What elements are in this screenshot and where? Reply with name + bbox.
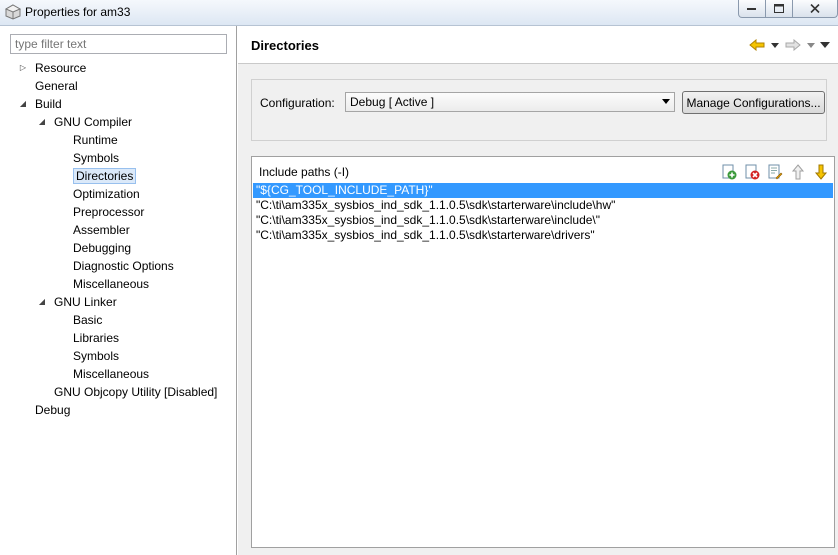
add-icon xyxy=(722,164,736,179)
tree-item-optimization[interactable]: Optimization xyxy=(60,185,140,203)
tree-item-label: General xyxy=(35,79,78,93)
configuration-label: Configuration: xyxy=(260,96,335,110)
tree-item-label: Resource xyxy=(35,61,87,75)
list-item[interactable]: "C:\ti\am335x_sysbios_ind_sdk_1.1.0.5\sd… xyxy=(253,228,833,243)
app-icon xyxy=(4,4,22,20)
tree-item-basic[interactable]: Basic xyxy=(60,311,102,329)
chevron-down-icon xyxy=(807,42,815,48)
tree-collapsed-icon[interactable]: ▷ xyxy=(18,59,28,77)
tree-item-gnu-objcopy-utility-disabled[interactable]: GNU Objcopy Utility [Disabled] xyxy=(41,383,217,401)
move-down-button[interactable] xyxy=(811,163,830,180)
tree-item-label: Assembler xyxy=(73,223,130,237)
page-header: Directories xyxy=(238,26,838,64)
tree-item-label: Basic xyxy=(73,313,103,327)
move-up-button[interactable] xyxy=(788,163,807,180)
forward-dropdown[interactable] xyxy=(806,37,816,53)
delete-icon xyxy=(745,164,759,179)
history-nav xyxy=(746,37,832,53)
back-button[interactable] xyxy=(746,37,768,53)
arrow-down-icon xyxy=(814,164,827,180)
chevron-down-icon xyxy=(771,42,779,48)
tree-item-label: Debugging xyxy=(73,241,132,255)
forward-arrow-icon xyxy=(785,39,801,51)
back-dropdown[interactable] xyxy=(770,37,780,53)
tree-item-label: Symbols xyxy=(73,151,120,165)
maximize-icon xyxy=(774,4,784,13)
arrow-up-icon xyxy=(791,163,804,179)
list-item[interactable]: "C:\ti\am335x_sysbios_ind_sdk_1.1.0.5\sd… xyxy=(253,213,833,228)
configuration-value: Debug [ Active ] xyxy=(350,95,435,109)
close-button[interactable] xyxy=(792,0,838,18)
tree-item-label: Debug xyxy=(35,403,71,417)
close-icon xyxy=(810,4,820,13)
include-paths-header: Include paths (-I) xyxy=(252,157,834,183)
tree-item-debugging[interactable]: Debugging xyxy=(60,239,131,257)
minimize-icon xyxy=(747,7,756,10)
tree-item-diagnostic-options[interactable]: Diagnostic Options xyxy=(60,257,174,275)
tree-item-label: Directories xyxy=(73,168,137,184)
forward-button[interactable] xyxy=(782,37,804,53)
tree-item-resource[interactable]: ▷ Resource xyxy=(20,59,87,77)
tree-item-gnu-linker[interactable]: ◢ GNU Linker xyxy=(39,293,117,311)
maximize-button[interactable] xyxy=(765,0,793,18)
list-item[interactable]: "${CG_TOOL_INCLUDE_PATH}" xyxy=(253,183,833,198)
tree-item-runtime[interactable]: Runtime xyxy=(60,131,118,149)
configuration-group: Configuration: Debug [ Active ] Manage C… xyxy=(251,79,827,141)
tree-item-miscellaneous[interactable]: Miscellaneous xyxy=(60,275,149,293)
tree-item-label: Runtime xyxy=(73,133,118,147)
tree-item-label: GNU Compiler xyxy=(54,115,133,129)
tree-item-gnu-compiler[interactable]: ◢ GNU Compiler xyxy=(39,113,133,131)
tree-item-symbols[interactable]: Symbols xyxy=(60,347,119,365)
chevron-down-icon xyxy=(662,96,670,106)
tree-expanded-icon[interactable]: ◢ xyxy=(37,113,47,131)
title-bar: Properties for am33 xyxy=(0,0,838,26)
minimize-button[interactable] xyxy=(738,0,766,18)
tree-item-build[interactable]: ◢ Build xyxy=(20,95,62,113)
tree-item-label: Libraries xyxy=(73,331,120,345)
tree-item-general[interactable]: General xyxy=(22,77,78,95)
tree-item-preprocessor[interactable]: Preprocessor xyxy=(60,203,144,221)
tree-item-label: Build xyxy=(35,97,62,111)
tree-item-label: Diagnostic Options xyxy=(73,259,174,273)
view-menu-icon xyxy=(820,42,830,48)
tree-item-label: Symbols xyxy=(73,349,120,363)
tree-item-label: GNU Linker xyxy=(54,295,117,309)
navigation-pane: ▷ Resource General ◢ Build ◢ GNU Compiler Runti… xyxy=(0,26,237,555)
tree-item-label: Miscellaneous xyxy=(73,367,150,381)
tree-item-debug[interactable]: Debug xyxy=(22,401,70,419)
tree-item-libraries[interactable]: Libraries xyxy=(60,329,119,347)
tree-expanded-icon[interactable]: ◢ xyxy=(37,293,47,311)
manage-configurations-button[interactable]: Manage Configurations... xyxy=(682,91,825,114)
configuration-select[interactable]: Debug [ Active ] xyxy=(345,92,675,112)
view-menu-button[interactable] xyxy=(818,37,832,53)
tree-item-label: GNU Objcopy Utility [Disabled] xyxy=(54,385,218,399)
include-paths-title: Include paths (-I) xyxy=(259,165,350,179)
tree-item-label: Optimization xyxy=(73,187,140,201)
back-arrow-icon xyxy=(749,39,765,51)
list-item[interactable]: "C:\ti\am335x_sysbios_ind_sdk_1.1.0.5\sd… xyxy=(253,198,833,213)
delete-path-button[interactable] xyxy=(742,163,761,180)
tree-item-assembler[interactable]: Assembler xyxy=(60,221,130,239)
add-path-button[interactable] xyxy=(719,163,738,180)
window-title: Properties for am33 xyxy=(25,5,131,19)
content-pane: Directories Configuration: Debug [Activ… xyxy=(238,26,838,555)
edit-path-button[interactable] xyxy=(765,163,784,180)
tree-expanded-icon[interactable]: ◢ xyxy=(18,95,28,113)
tree-item-directories[interactable]: Directories xyxy=(60,167,137,185)
include-paths-panel: Include paths (-I) "${CG_TOOL_INCLUDE_PA… xyxy=(251,156,835,548)
tree-item-label: Miscellaneous xyxy=(73,277,150,291)
edit-icon xyxy=(768,164,782,179)
tree-item-symbols[interactable]: Symbols xyxy=(60,149,119,167)
page-title: Directories xyxy=(251,38,319,53)
tree-item-miscellaneous[interactable]: Miscellaneous xyxy=(60,365,149,383)
include-paths-list: "${CG_TOOL_INCLUDE_PATH}" "C:\ti\am335x_… xyxy=(253,183,833,243)
include-paths-toolbar xyxy=(719,163,830,180)
filter-input[interactable] xyxy=(10,34,227,54)
tree-item-label: Preprocessor xyxy=(73,205,145,219)
